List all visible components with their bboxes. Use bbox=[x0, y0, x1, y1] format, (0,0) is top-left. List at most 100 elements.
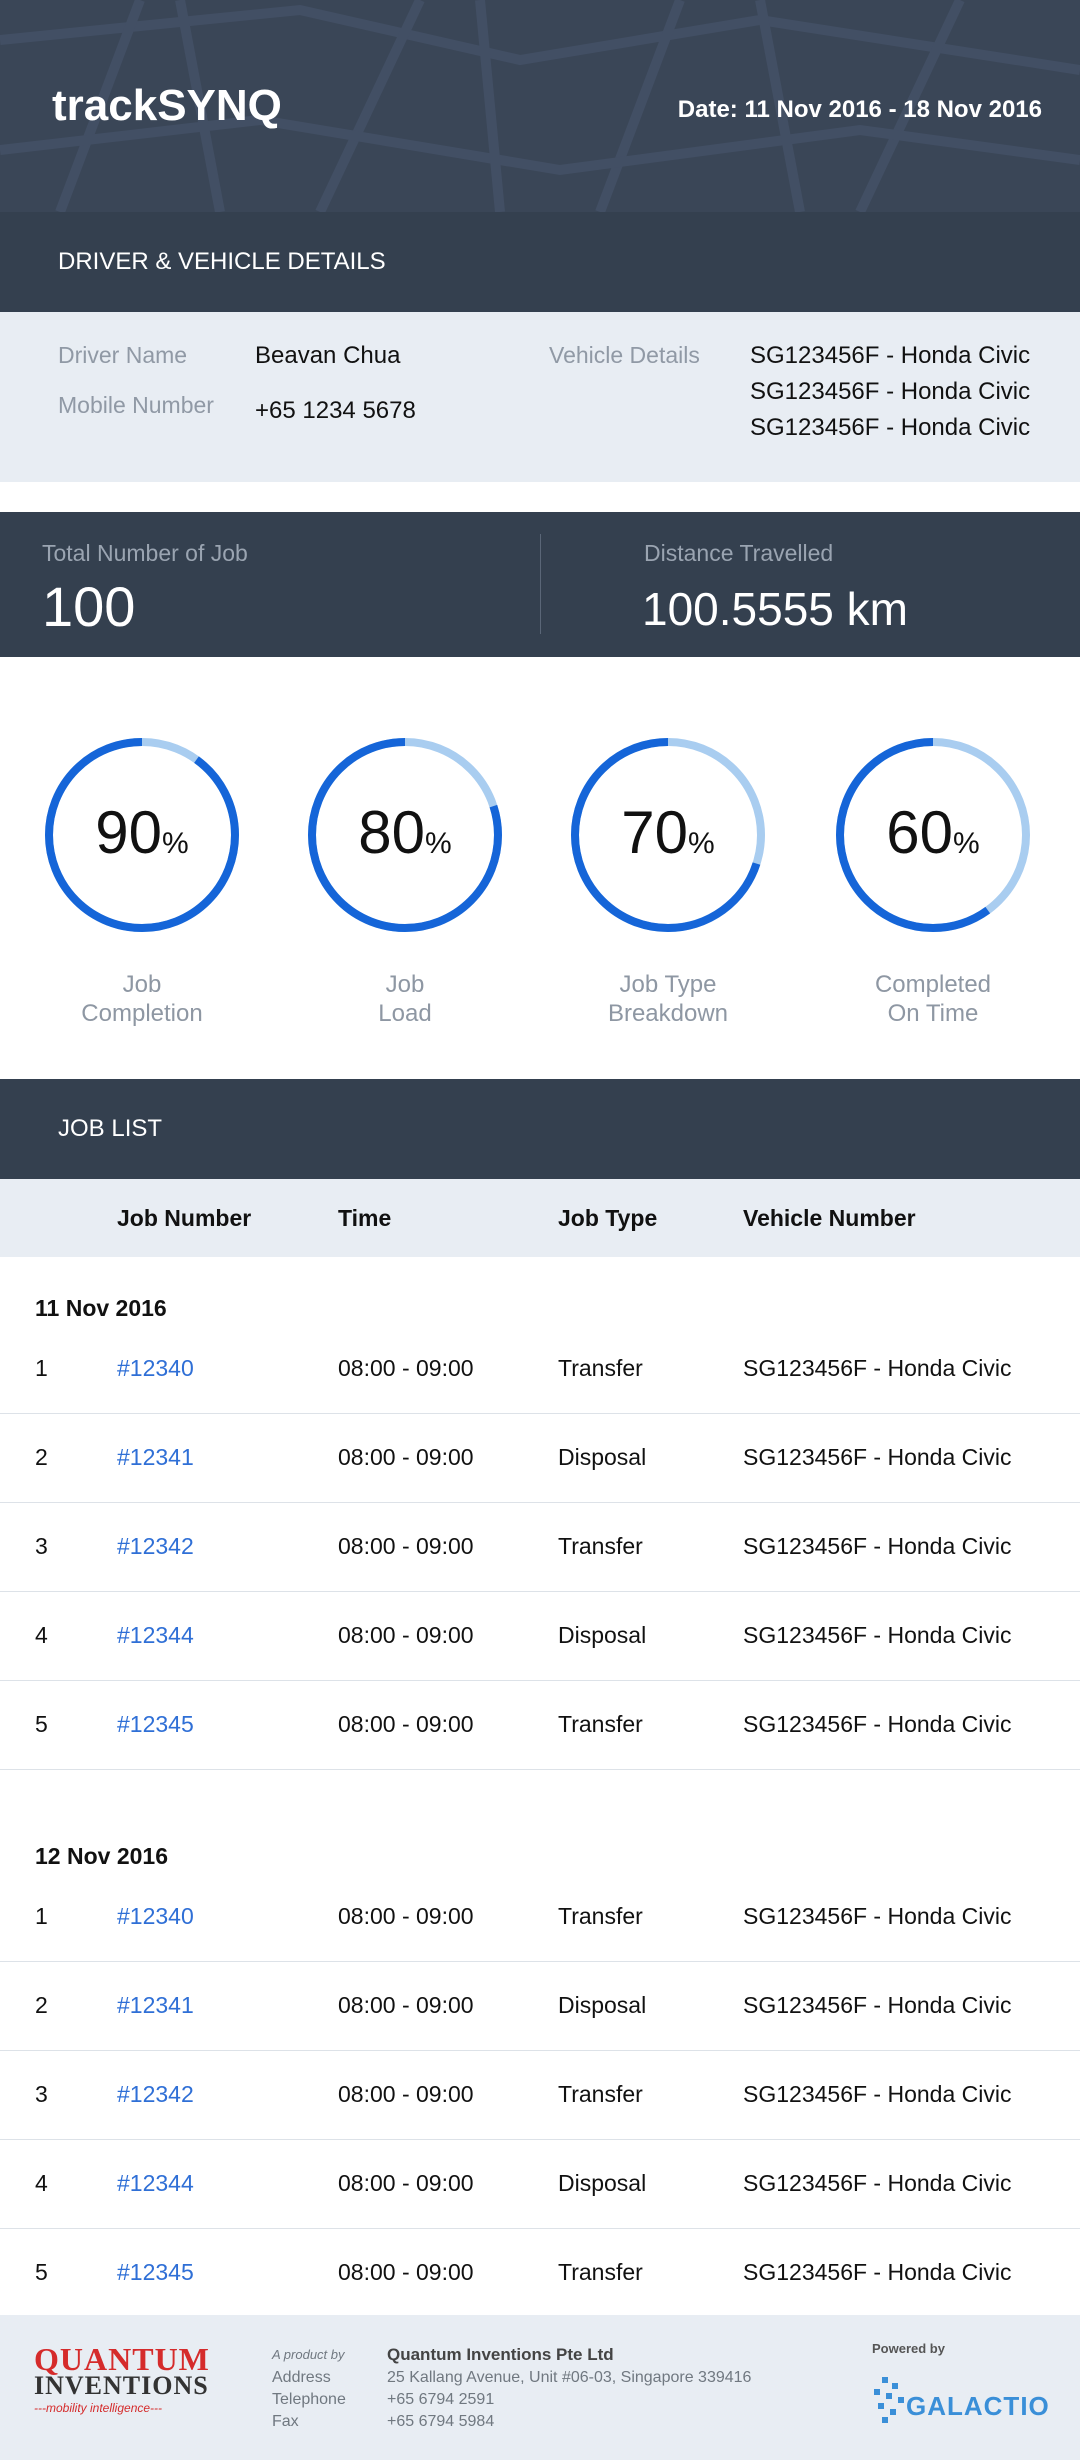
vehicle-number: SG123456F - Honda Civic bbox=[743, 1711, 1012, 1737]
job-number-link[interactable]: #12342 bbox=[117, 1533, 194, 1560]
address-label: Address bbox=[272, 2369, 331, 2386]
job-type: Disposal bbox=[558, 1622, 647, 1648]
address-value: 25 Kallang Avenue, Unit #06-03, Singapor… bbox=[387, 2369, 752, 2386]
table-row: 2 #12341 08:00 - 09:00 Disposal SG123456F - … bbox=[0, 1414, 1080, 1503]
gauge-card: 90% Job Completion bbox=[35, 728, 249, 1028]
job-time: 08:00 - 09:00 bbox=[338, 2081, 474, 2107]
vehicle-number: SG123456F - Honda Civic bbox=[743, 2259, 1012, 2285]
gauge-card: 60% Completed On Time bbox=[826, 728, 1040, 1028]
vehicle-number: SG123456F - Honda Civic bbox=[743, 2170, 1012, 2196]
job-time: 08:00 - 09:00 bbox=[338, 1903, 474, 1929]
job-number-link[interactable]: #12344 bbox=[117, 1622, 194, 1649]
job-time: 08:00 - 09:00 bbox=[338, 1622, 474, 1648]
telephone-value: +65 6794 2591 bbox=[387, 2391, 495, 2408]
vehicle-number: SG123456F - Honda Civic bbox=[743, 1992, 1012, 2018]
job-list-title: JOB LIST bbox=[0, 1079, 1080, 1179]
total-jobs-value: 100 bbox=[42, 575, 136, 638]
job-time: 08:00 - 09:00 bbox=[338, 1711, 474, 1737]
powered-by-label: Powered by bbox=[872, 2341, 945, 2356]
row-index: 5 bbox=[35, 1711, 48, 1737]
day-heading: 11 Nov 2016 bbox=[35, 1295, 167, 1321]
vehicle-number: SG123456F - Honda Civic bbox=[743, 1444, 1012, 1470]
job-number-link[interactable]: #12340 bbox=[117, 1355, 194, 1382]
mobile-value: +65 1234 5678 bbox=[255, 397, 416, 424]
job-type: Transfer bbox=[558, 1533, 643, 1559]
gauge-card: 70% Job Type Breakdown bbox=[561, 728, 775, 1028]
job-time: 08:00 - 09:00 bbox=[338, 1533, 474, 1559]
row-index: 1 bbox=[35, 1355, 48, 1381]
fax-label: Fax bbox=[272, 2413, 299, 2430]
vehicle-detail: SG123456F - Honda Civic bbox=[750, 378, 1031, 405]
driver-section-title: DRIVER & VEHICLE DETAILS bbox=[0, 212, 1080, 312]
gauge-label: Job Completion bbox=[81, 971, 203, 1027]
job-number-link[interactable]: #12341 bbox=[117, 1444, 194, 1471]
gauge-card: 80% Job Load bbox=[298, 728, 512, 1028]
fax-value: +65 6794 5984 bbox=[387, 2413, 495, 2430]
vehicle-number: SG123456F - Honda Civic bbox=[743, 1622, 1012, 1648]
distance-value: 100.5555 km bbox=[642, 583, 908, 635]
job-time: 08:00 - 09:00 bbox=[338, 1355, 474, 1381]
mobile-label: Mobile Number bbox=[58, 392, 214, 418]
job-type: Transfer bbox=[558, 2081, 643, 2107]
row-index: 1 bbox=[35, 1903, 48, 1929]
vehicle-number: SG123456F - Honda Civic bbox=[743, 2081, 1012, 2107]
job-time: 08:00 - 09:00 bbox=[338, 1444, 474, 1470]
gauge-value: 80% bbox=[358, 799, 452, 866]
telephone-label: Telephone bbox=[272, 2391, 346, 2408]
driver-details-panel: Driver Name Beavan Chua Mobile Number +6… bbox=[0, 312, 1080, 482]
job-type: Disposal bbox=[558, 1444, 647, 1470]
job-type: Transfer bbox=[558, 2259, 643, 2285]
job-number-link[interactable]: #12340 bbox=[117, 1903, 194, 1930]
table-row: 2 #12341 08:00 - 09:00 Disposal SG123456F - … bbox=[0, 1962, 1080, 2051]
col-job-type: Job Type bbox=[558, 1205, 658, 1231]
row-index: 3 bbox=[35, 1533, 48, 1559]
job-type: Disposal bbox=[558, 2170, 647, 2196]
total-jobs-label: Total Number of Job bbox=[42, 540, 248, 566]
col-job-number: Job Number bbox=[117, 1205, 252, 1231]
distance-label: Distance Travelled bbox=[644, 540, 834, 566]
footer: QUANTUM INVENTIONS ---mobility intellige… bbox=[0, 2315, 1080, 2460]
job-number-link[interactable]: #12342 bbox=[117, 2081, 194, 2108]
row-index: 3 bbox=[35, 2081, 48, 2107]
driver-name-label: Driver Name bbox=[58, 342, 188, 368]
gauge-value: 90% bbox=[95, 799, 189, 866]
row-index: 5 bbox=[35, 2259, 48, 2285]
job-number-link[interactable]: #12345 bbox=[117, 2259, 194, 2286]
driver-name-value: Beavan Chua bbox=[255, 342, 401, 369]
vehicle-detail: SG123456F - Honda Civic bbox=[750, 342, 1031, 369]
vehicle-details-label: Vehicle Details bbox=[549, 342, 700, 368]
vehicle-number: SG123456F - Honda Civic bbox=[743, 1355, 1012, 1381]
row-index: 4 bbox=[35, 1622, 48, 1648]
gauge-value: 60% bbox=[886, 799, 980, 866]
gauge-label: Completed On Time bbox=[874, 971, 992, 1027]
stats-panel: Total Number of Job 100 Distance Travell… bbox=[0, 512, 1080, 657]
gauge-label: Job Load bbox=[378, 971, 432, 1027]
job-number-link[interactable]: #12345 bbox=[117, 1711, 194, 1738]
product-by-label: A product by bbox=[272, 2347, 345, 2362]
col-time: Time bbox=[338, 1205, 392, 1231]
row-index: 2 bbox=[35, 1444, 48, 1470]
job-type: Transfer bbox=[558, 1711, 643, 1737]
gauge-value: 70% bbox=[621, 799, 715, 866]
company-name: Quantum Inventions Pte Ltd bbox=[387, 2345, 614, 2364]
row-index: 2 bbox=[35, 1992, 48, 2018]
table-row: 3 #12342 08:00 - 09:00 Transfer SG123456F - … bbox=[0, 2051, 1080, 2140]
quantum-inventions-logo: QUANTUM INVENTIONS ---mobility intellige… bbox=[34, 2341, 210, 2415]
table-row: 5 #12345 08:00 - 09:00 Transfer SG123456F - … bbox=[0, 2229, 1080, 2318]
job-number-link[interactable]: #12341 bbox=[117, 1992, 194, 2019]
job-type: Disposal bbox=[558, 1992, 647, 2018]
table-row: 3 #12342 08:00 - 09:00 Transfer SG123456F - … bbox=[0, 1503, 1080, 1592]
table-row: 5 #12345 08:00 - 09:00 Transfer SG123456F - … bbox=[0, 1681, 1080, 1770]
header: trackSYNQ Date: 11 Nov 2016 - 18 Nov 201… bbox=[0, 0, 1080, 212]
job-number-link[interactable]: #12344 bbox=[117, 2170, 194, 2197]
job-time: 08:00 - 09:00 bbox=[338, 1992, 474, 2018]
job-time: 08:00 - 09:00 bbox=[338, 2170, 474, 2196]
tracksynq-logo: trackSYNQ bbox=[52, 81, 282, 130]
vehicle-number: SG123456F - Honda Civic bbox=[743, 1533, 1012, 1559]
job-time: 08:00 - 09:00 bbox=[338, 2259, 474, 2285]
job-type: Transfer bbox=[558, 1903, 643, 1929]
vehicle-detail: SG123456F - Honda Civic bbox=[750, 414, 1031, 441]
table-row: 4 #12344 08:00 - 09:00 Disposal SG123456F - … bbox=[0, 2140, 1080, 2229]
date-range: Date: 11 Nov 2016 - 18 Nov 2016 bbox=[677, 96, 1042, 123]
job-type: Transfer bbox=[558, 1355, 643, 1381]
